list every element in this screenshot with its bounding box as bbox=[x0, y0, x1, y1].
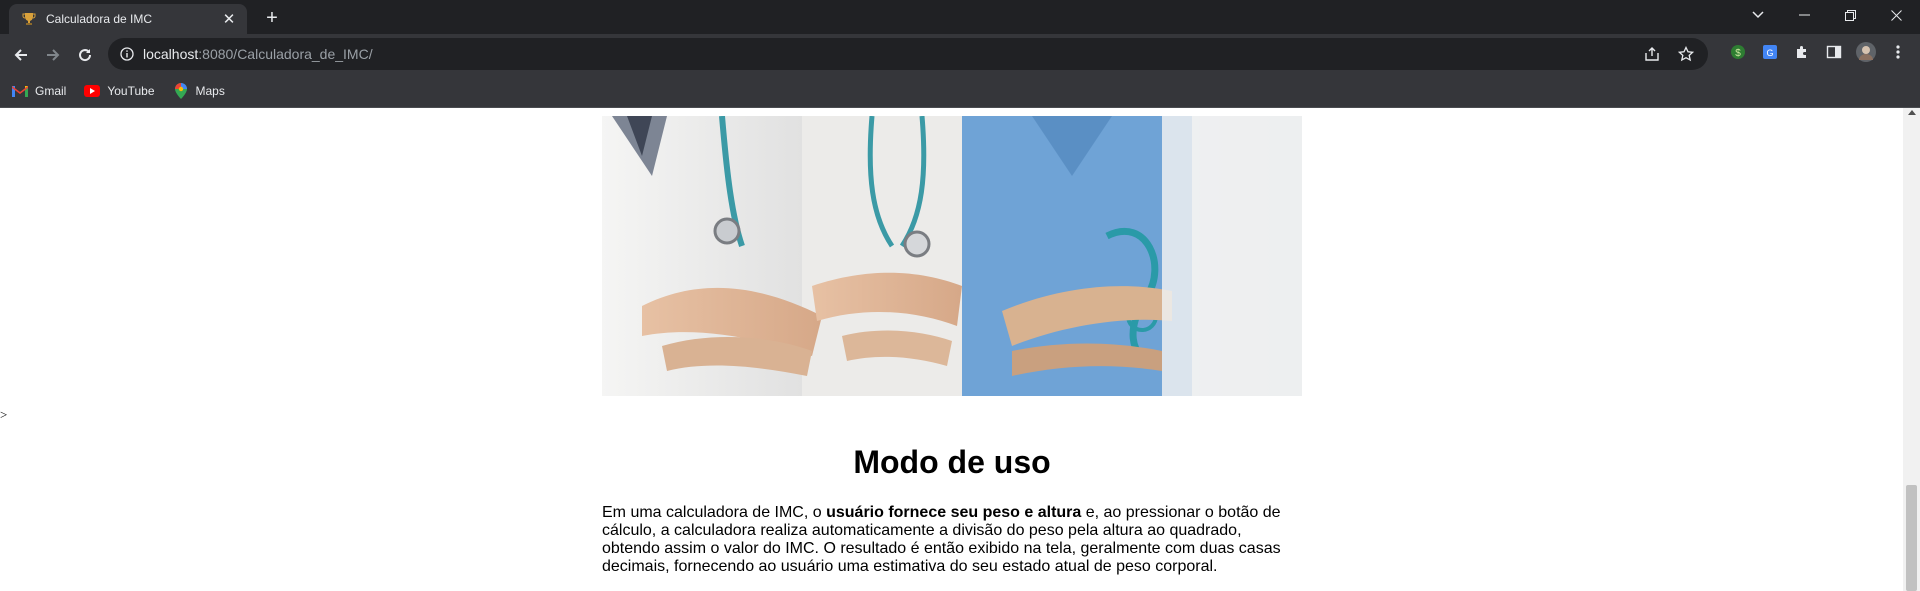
extension-green-icon[interactable]: $ bbox=[1726, 40, 1750, 64]
bookmark-star-icon[interactable] bbox=[1674, 42, 1698, 66]
minimize-button[interactable] bbox=[1782, 0, 1826, 30]
maps-icon bbox=[173, 82, 189, 99]
scrollbar-thumb[interactable] bbox=[1906, 485, 1917, 591]
share-icon[interactable] bbox=[1640, 42, 1664, 66]
bookmark-gmail[interactable]: Gmail bbox=[12, 83, 66, 99]
hero-image-doctors bbox=[602, 116, 1302, 396]
bookmark-youtube[interactable]: YouTube bbox=[84, 83, 155, 99]
browser-toolbar: localhost:8080/Calculadora_de_IMC/ $ G bbox=[0, 34, 1920, 74]
gmail-icon bbox=[12, 83, 28, 99]
url-host: localhost bbox=[143, 46, 199, 62]
reload-icon[interactable] bbox=[72, 42, 98, 68]
restore-button[interactable] bbox=[1828, 0, 1872, 30]
stray-text: > bbox=[0, 407, 8, 422]
tab-title: Calculadora de IMC bbox=[46, 12, 153, 26]
profile-avatar[interactable] bbox=[1854, 40, 1878, 64]
back-arrow-icon[interactable] bbox=[8, 42, 34, 68]
menu-kebab-icon[interactable] bbox=[1886, 40, 1910, 64]
bookmark-maps[interactable]: Maps bbox=[173, 82, 225, 99]
new-tab-button[interactable]: + bbox=[260, 6, 284, 30]
youtube-icon bbox=[84, 83, 101, 99]
close-tab-icon[interactable]: ✕ bbox=[219, 9, 239, 29]
paragraph-text: Em uma calculadora de IMC, o bbox=[602, 504, 827, 521]
vertical-scrollbar[interactable] bbox=[1903, 108, 1920, 591]
side-panel-icon[interactable] bbox=[1822, 40, 1846, 64]
bookmarks-bar: Gmail YouTube Maps bbox=[0, 74, 1920, 108]
bookmark-label: Gmail bbox=[35, 83, 67, 98]
bookmark-label: YouTube bbox=[107, 83, 155, 98]
scroll-up-arrow-icon[interactable] bbox=[1908, 110, 1916, 115]
svg-text:$: $ bbox=[1735, 48, 1741, 59]
trophy-favicon-icon bbox=[21, 11, 37, 27]
browser-titlebar: Calculadora de IMC ✕ + bbox=[0, 0, 1920, 34]
forward-arrow-icon[interactable] bbox=[40, 42, 66, 68]
svg-text:G: G bbox=[1766, 48, 1773, 58]
extensions-puzzle-icon[interactable] bbox=[1790, 40, 1814, 64]
tab-search-icon[interactable] bbox=[1736, 0, 1780, 30]
page-viewport: > Modo de uso Em uma calculadora de IMC,… bbox=[0, 108, 1920, 591]
browser-tab[interactable]: Calculadora de IMC ✕ bbox=[9, 4, 247, 34]
bookmark-label: Maps bbox=[195, 83, 225, 98]
site-info-icon[interactable] bbox=[119, 46, 135, 62]
paragraph-bold-text: usuário fornece seu peso e altura bbox=[826, 504, 1082, 521]
address-bar[interactable]: localhost:8080/Calculadora_de_IMC/ bbox=[108, 38, 1708, 70]
translate-extension-icon[interactable]: G bbox=[1758, 40, 1782, 64]
section-title: Modo de uso bbox=[853, 444, 1051, 480]
close-window-button[interactable] bbox=[1874, 0, 1918, 30]
url-path: :8080/Calculadora_de_IMC/ bbox=[198, 46, 373, 62]
usage-paragraph: Em uma calculadora de IMC, o usuário for… bbox=[602, 504, 1302, 576]
